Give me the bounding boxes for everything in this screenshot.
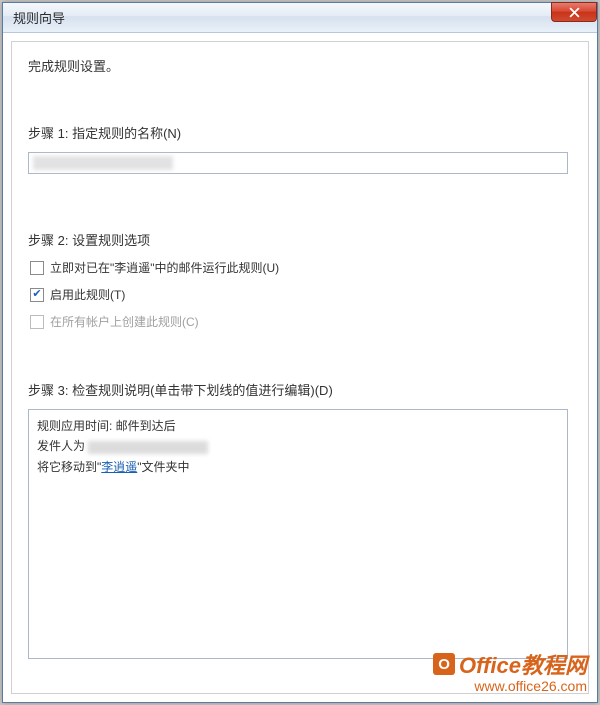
- option-label: 在所有帐户上创建此规则(C): [50, 313, 199, 330]
- close-button[interactable]: [551, 2, 597, 22]
- checkbox-icon: [30, 315, 44, 329]
- window-title: 规则向导: [13, 8, 65, 27]
- close-icon: [569, 7, 580, 18]
- rule-name-input[interactable]: [28, 152, 568, 174]
- checkbox-icon: [30, 261, 44, 275]
- dialog-window: 规则向导 完成规则设置。 步骤 1: 指定规则的名称(N) 步骤 2: 设置规则…: [2, 2, 598, 703]
- rule-name-value: [33, 156, 173, 170]
- rule-description-box[interactable]: 规则应用时间: 邮件到达后 发件人为 将它移动到"李逍遥"文件夹中: [28, 409, 568, 659]
- desc-line-1: 规则应用时间: 邮件到达后: [37, 416, 559, 436]
- sender-value: [88, 441, 208, 454]
- option-run-now[interactable]: 立即对已在"李逍遥"中的邮件运行此规则(U): [30, 259, 572, 276]
- option-label: 立即对已在"李逍遥"中的邮件运行此规则(U): [50, 259, 279, 276]
- folder-link[interactable]: 李逍遥: [101, 460, 137, 474]
- step1-label: 步骤 1: 指定规则的名称(N): [28, 123, 572, 142]
- client-area: 完成规则设置。 步骤 1: 指定规则的名称(N) 步骤 2: 设置规则选项 立即…: [11, 41, 589, 694]
- option-label: 启用此规则(T): [50, 286, 125, 303]
- step2-label: 步骤 2: 设置规则选项: [28, 230, 572, 249]
- desc-line-3: 将它移动到"李逍遥"文件夹中: [37, 457, 559, 477]
- option-all-accounts: 在所有帐户上创建此规则(C): [30, 313, 572, 330]
- checkbox-icon: ✔: [30, 288, 44, 302]
- page-heading: 完成规则设置。: [28, 56, 572, 75]
- desc-line-2: 发件人为: [37, 436, 559, 456]
- step3-label: 步骤 3: 检查规则说明(单击带下划线的值进行编辑)(D): [28, 380, 572, 399]
- option-enable-rule[interactable]: ✔ 启用此规则(T): [30, 286, 572, 303]
- titlebar: 规则向导: [3, 3, 597, 33]
